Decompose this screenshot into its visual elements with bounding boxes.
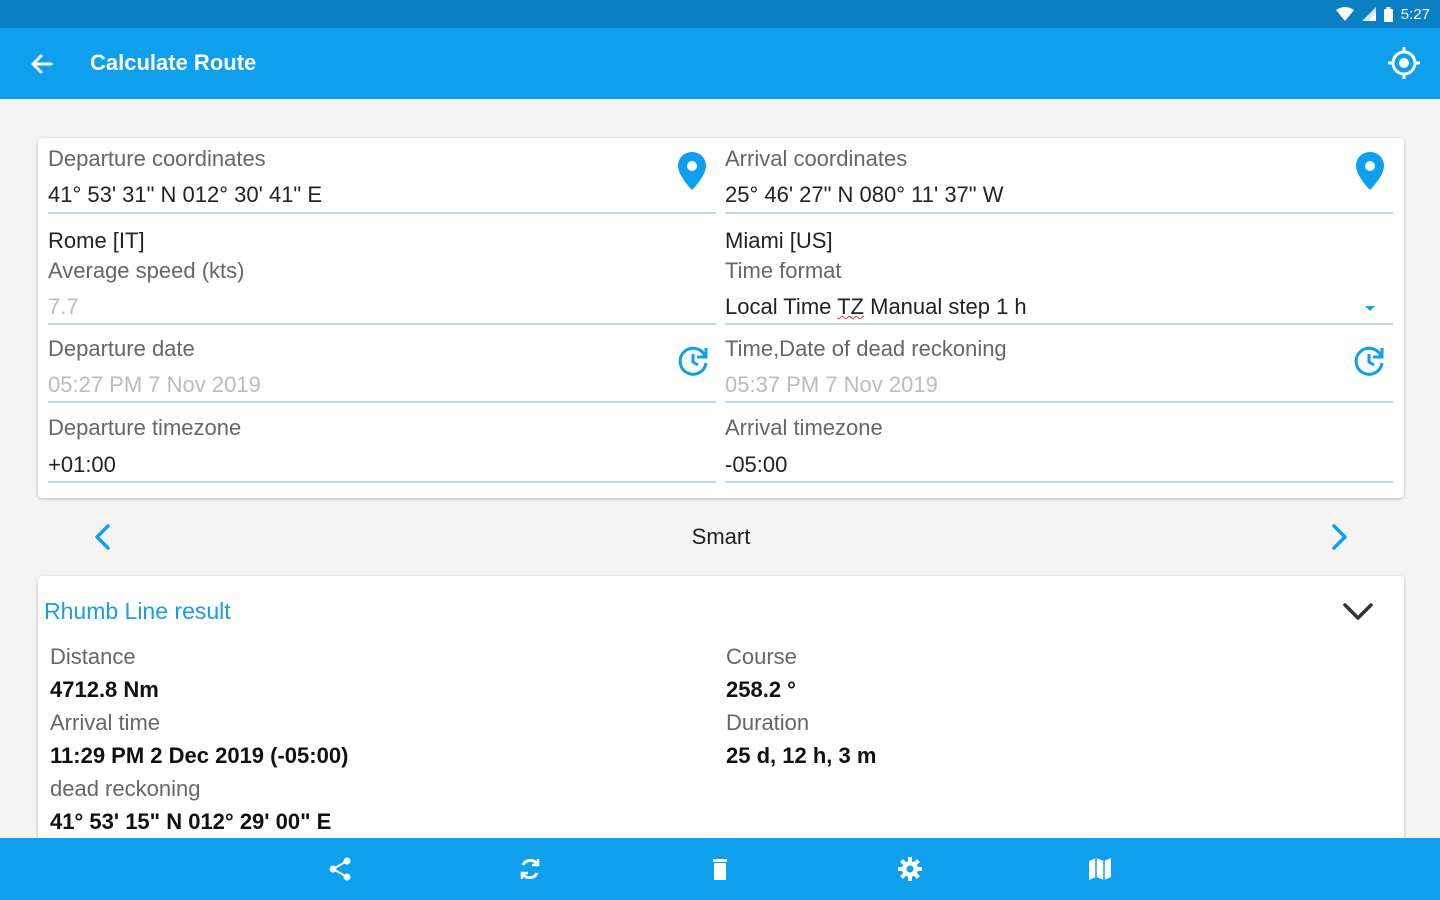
- duration-value: 25 d, 12 h, 3 m: [726, 743, 877, 768]
- my-location-icon[interactable]: [1386, 45, 1422, 81]
- distance-value: 4712.8 Nm: [50, 677, 159, 702]
- arrival-timezone-value[interactable]: -05:00: [725, 452, 787, 478]
- departure-coordinates-field[interactable]: Departure coordinates 41° 53' 31" N 012°…: [48, 146, 716, 216]
- share-icon[interactable]: [326, 855, 354, 883]
- chevron-right-icon[interactable]: [1322, 520, 1356, 554]
- arrival-coordinates-label: Arrival coordinates: [725, 146, 908, 171]
- dead-reckoning-time-label: Time,Date of dead reckoning: [725, 336, 1007, 361]
- arrival-time-value: 11:29 PM 2 Dec 2019 (-05:00): [50, 743, 349, 768]
- time-format-select[interactable]: Local Time TZ Manual step 1 h: [725, 294, 1027, 320]
- departure-coordinates-label: Departure coordinates: [48, 146, 266, 171]
- course-label: Course: [726, 644, 797, 669]
- average-speed-input[interactable]: 7.7: [48, 294, 79, 320]
- departure-date-field[interactable]: Departure date 05:27 PM 7 Nov 2019: [48, 336, 716, 406]
- refresh-icon[interactable]: [516, 855, 544, 883]
- dead-reckoning-time-underline: [725, 401, 1393, 403]
- average-speed-field[interactable]: Average speed (kts) 7.7: [48, 258, 716, 328]
- battery-icon: [1383, 6, 1393, 22]
- arrival-coordinates-value[interactable]: 25° 46' 27" N 080° 11' 37" W: [725, 182, 1003, 208]
- arrival-coordinates-field[interactable]: Arrival coordinates 25° 46' 27" N 080° 1…: [725, 146, 1393, 216]
- signal-icon: [1361, 7, 1376, 21]
- dead-reckoning-time-field[interactable]: Time,Date of dead reckoning 05:37 PM 7 N…: [725, 336, 1393, 406]
- departure-timezone-value[interactable]: +01:00: [48, 452, 116, 478]
- time-format-value-pre: Local Time: [725, 294, 838, 319]
- average-speed-label: Average speed (kts): [48, 258, 245, 283]
- arrival-timezone-underline: [725, 481, 1393, 483]
- arrival-timezone-field[interactable]: Arrival timezone -05:00: [725, 415, 1393, 485]
- time-format-value-post: Manual step 1 h: [864, 294, 1027, 319]
- route-input-card: Departure coordinates 41° 53' 31" N 012°…: [38, 138, 1404, 498]
- wifi-icon: [1335, 7, 1354, 21]
- arrival-timezone-label: Arrival timezone: [725, 415, 883, 440]
- back-arrow-icon[interactable]: [28, 50, 56, 78]
- average-speed-underline: [48, 323, 716, 325]
- departure-coordinates-value[interactable]: 41° 53' 31" N 012° 30' 41" E: [48, 182, 322, 208]
- status-time: 5:27: [1400, 5, 1430, 23]
- time-format-underline: [725, 323, 1393, 325]
- time-format-label: Time format: [725, 258, 842, 283]
- distance-label: Distance: [50, 644, 136, 669]
- status-bar: 5:27: [0, 0, 1440, 28]
- duration-label: Duration: [726, 710, 810, 735]
- departure-date-label: Departure date: [48, 336, 195, 361]
- dead-reckoning-value: 41° 53' 15" N 012° 29' 00" E: [50, 809, 332, 834]
- dead-reckoning-label: dead reckoning: [50, 776, 201, 801]
- course-value: 258.2 °: [726, 677, 796, 702]
- departure-timezone-underline: [48, 481, 716, 483]
- departure-place-name: Rome [IT]: [48, 228, 145, 253]
- arrival-coordinates-underline: [725, 212, 1393, 214]
- location-pin-icon[interactable]: [1356, 152, 1384, 195]
- arrival-place-name: Miami [US]: [725, 228, 833, 253]
- settings-icon[interactable]: [896, 855, 924, 883]
- time-format-field[interactable]: Time format Local Time TZ Manual step 1 …: [725, 258, 1393, 328]
- update-clock-icon[interactable]: [676, 344, 710, 383]
- page-title: Calculate Route: [90, 50, 257, 75]
- result-title: Rhumb Line result: [44, 598, 231, 624]
- location-pin-icon[interactable]: [678, 152, 706, 195]
- time-format-value-tz: TZ: [837, 294, 864, 319]
- delete-icon[interactable]: [706, 855, 734, 883]
- map-icon[interactable]: [1086, 855, 1114, 883]
- departure-timezone-field[interactable]: Departure timezone +01:00: [48, 415, 716, 485]
- dropdown-arrow-icon[interactable]: [1365, 306, 1375, 311]
- departure-timezone-label: Departure timezone: [48, 415, 242, 440]
- calculation-mode-selector: Smart: [38, 510, 1404, 564]
- arrival-time-label: Arrival time: [50, 710, 161, 735]
- bottom-action-bar: [0, 838, 1440, 900]
- departure-date-underline: [48, 401, 716, 403]
- dead-reckoning-time-input[interactable]: 05:37 PM 7 Nov 2019: [725, 372, 938, 398]
- app-bar: Calculate Route: [0, 28, 1440, 99]
- departure-coordinates-underline: [48, 212, 716, 214]
- update-clock-icon[interactable]: [1352, 344, 1386, 383]
- calculation-mode-label: Smart: [691, 524, 751, 549]
- rhumb-line-result-card: Rhumb Line result Distance 4712.8 Nm Cou…: [38, 576, 1404, 876]
- departure-date-input[interactable]: 05:27 PM 7 Nov 2019: [48, 372, 261, 398]
- chevron-down-icon[interactable]: [1340, 596, 1376, 628]
